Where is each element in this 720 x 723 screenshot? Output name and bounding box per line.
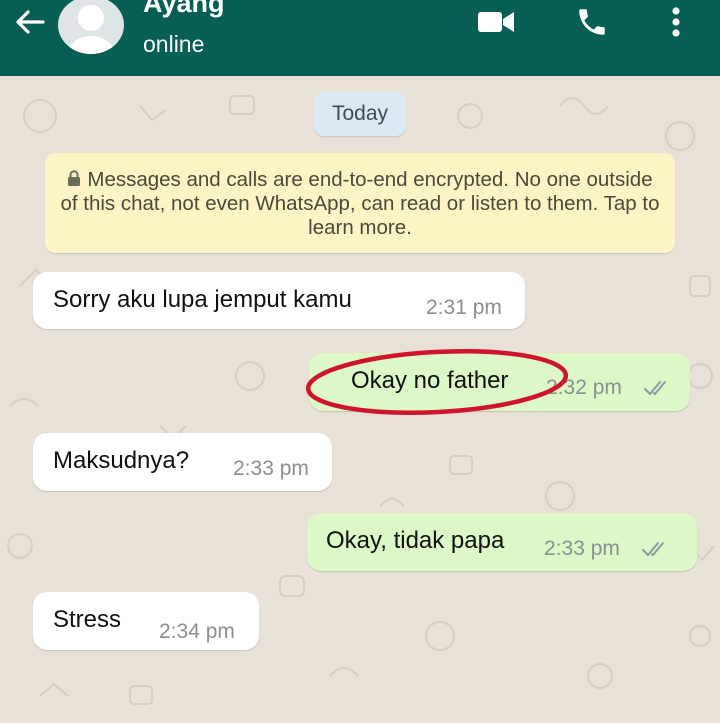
phone-icon (579, 9, 605, 35)
message-bubble-outgoing[interactable]: Okay no father 2:32 pm (309, 353, 690, 411)
contact-name[interactable]: Ayang (143, 0, 225, 18)
message-time: 2:33 pm (233, 457, 309, 480)
more-options-button[interactable] (656, 4, 696, 40)
date-chip: Today (314, 92, 406, 136)
message-bubble-incoming[interactable]: Sorry aku lupa jemput kamu 2:31 pm (33, 272, 525, 329)
encryption-notice[interactable]: Messages and calls are end-to-end encryp… (45, 153, 675, 253)
back-button[interactable] (8, 0, 52, 44)
message-time: 2:31 pm (426, 296, 502, 319)
chat-area[interactable]: Today Messages and calls are end-to-end … (0, 76, 720, 723)
video-call-icon (478, 12, 514, 32)
encryption-notice-text: Messages and calls are end-to-end encryp… (60, 168, 660, 239)
back-arrow-icon (16, 10, 45, 34)
message-text: Maksudnya? (53, 447, 190, 474)
message-text: Stress (53, 606, 122, 633)
lock-icon (68, 170, 81, 186)
message-text: Sorry aku lupa jemput kamu (53, 286, 352, 313)
more-options-icon (672, 7, 680, 37)
message-text: Okay, tidak papa (326, 527, 505, 554)
read-receipt-icon (644, 381, 666, 395)
message-bubble-incoming[interactable]: Stress 2:34 pm (33, 592, 259, 650)
voice-call-button[interactable] (572, 4, 612, 40)
message-text: Okay no father (351, 367, 509, 394)
message-time: 2:33 pm (544, 537, 620, 560)
video-call-button[interactable] (476, 4, 516, 40)
message-time: 2:32 pm (546, 376, 622, 399)
read-receipt-icon (642, 542, 664, 556)
chat-header: Ayang online (0, 0, 720, 76)
message-bubble-outgoing[interactable]: Okay, tidak papa 2:33 pm (307, 513, 697, 571)
avatar[interactable] (58, 0, 124, 54)
contact-status: online (143, 31, 205, 57)
message-time: 2:34 pm (159, 620, 235, 643)
whatsapp-chat-screen: Ayang online Today Messages and calls ar… (0, 0, 720, 723)
avatar-placeholder-icon (67, 5, 115, 54)
message-bubble-incoming[interactable]: Maksudnya? 2:33 pm (33, 433, 332, 491)
